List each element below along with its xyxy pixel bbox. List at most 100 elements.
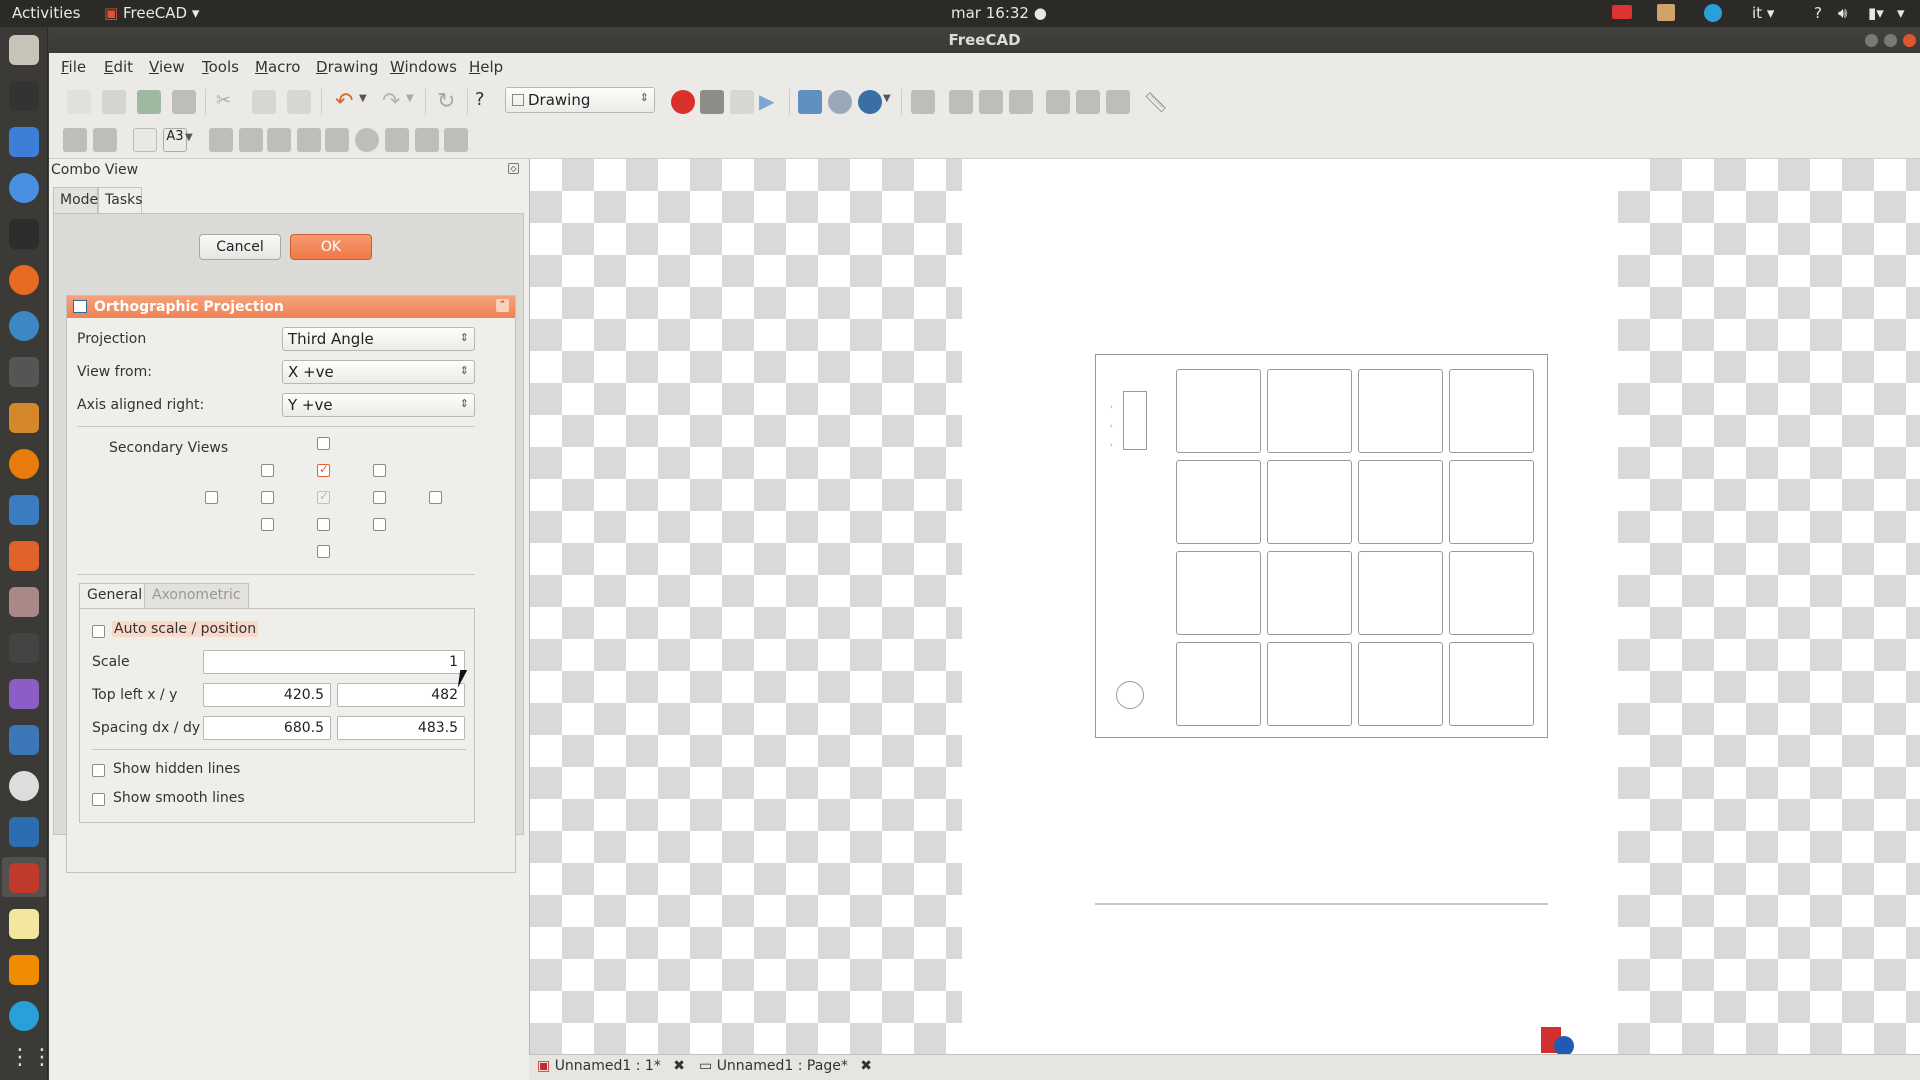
menu-help[interactable]: Help (469, 58, 503, 76)
inkscape-icon[interactable] (9, 81, 39, 111)
undo-dropdown-icon[interactable]: ▼ (359, 93, 383, 117)
settings-tools-icon[interactable] (9, 587, 39, 617)
text-editor-icon[interactable] (9, 909, 39, 939)
new-page-a3-icon[interactable]: A3 (163, 128, 187, 152)
spacing-dx-input[interactable]: 680.5 (203, 716, 331, 740)
whats-this-icon[interactable]: ? (475, 89, 499, 113)
record-macro-icon[interactable] (671, 90, 695, 114)
view-isometric-icon[interactable] (911, 90, 935, 114)
annotation-icon[interactable] (297, 128, 321, 152)
undo-icon[interactable]: ↶ (335, 89, 359, 114)
gimp-icon[interactable] (9, 357, 39, 387)
librecad-icon[interactable] (9, 403, 39, 433)
clock[interactable]: mar 16:32 ● (951, 4, 1047, 22)
draft-view-icon[interactable] (385, 128, 409, 152)
impress-icon[interactable] (9, 495, 39, 525)
menu-tools[interactable]: Tools (202, 58, 239, 76)
refresh-icon[interactable]: ↻ (437, 89, 461, 114)
insert-view-icon[interactable] (209, 128, 233, 152)
eye-app-icon[interactable] (9, 771, 39, 801)
new-page-icon[interactable] (133, 128, 157, 152)
secondary-view-topleft-checkbox[interactable] (261, 464, 274, 477)
help-indicator[interactable]: ? (1814, 4, 1822, 22)
show-hidden-lines-label[interactable]: Show hidden lines (113, 761, 240, 777)
secondary-view-right-checkbox[interactable] (373, 491, 386, 504)
view-top-icon[interactable] (979, 90, 1003, 114)
show-smooth-lines-label[interactable]: Show smooth lines (113, 790, 245, 806)
view-from-select[interactable]: X +ve ⇕ (282, 360, 475, 384)
chromium-icon[interactable] (9, 173, 39, 203)
volume-icon[interactable]: 🔊︎ (1838, 4, 1847, 22)
draw-style-icon[interactable] (858, 90, 882, 114)
menu-drawing[interactable]: Drawing (316, 58, 378, 76)
freecad-launcher-icon[interactable] (9, 863, 39, 893)
view-right-icon[interactable] (1009, 90, 1033, 114)
menu-view[interactable]: View (149, 58, 185, 76)
ok-button[interactable]: OK (290, 234, 372, 260)
close-tab-icon[interactable]: ✖ (860, 1058, 872, 1074)
projection-select[interactable]: Third Angle ⇕ (282, 327, 475, 351)
cancel-button[interactable]: Cancel (199, 234, 281, 260)
secondary-view-bottom-checkbox[interactable] (317, 545, 330, 558)
collapse-icon[interactable]: ⌃ (496, 299, 509, 312)
scale-input[interactable]: 1 (203, 650, 465, 674)
battery-icon[interactable]: ▮▾ (1868, 4, 1884, 22)
menu-edit[interactable]: Edit (104, 58, 133, 76)
save-icon[interactable] (137, 90, 161, 114)
fit-selection-icon[interactable] (828, 90, 852, 114)
firefox-icon[interactable] (9, 265, 39, 295)
secondary-view-bottomleft-checkbox[interactable] (261, 518, 274, 531)
show-hidden-lines-checkbox[interactable] (92, 764, 105, 777)
maximize-icon[interactable] (1884, 34, 1897, 47)
close-icon[interactable] (1903, 34, 1916, 47)
power-menu-icon[interactable]: ▾ (1897, 4, 1905, 22)
drawing-canvas[interactable]: › › › (529, 159, 1920, 1056)
top-left-y-input[interactable]: 482 (337, 683, 465, 707)
camera-icon[interactable] (9, 633, 39, 663)
stop-macro-icon[interactable] (700, 90, 724, 114)
terminal-icon[interactable] (9, 219, 39, 249)
secondary-view-bottomcenter-checkbox[interactable] (317, 518, 330, 531)
export-page-icon[interactable] (444, 128, 468, 152)
measure-icon[interactable]: 📏︎ (1143, 90, 1168, 114)
ortho-projection-header[interactable]: Orthographic Projection ⌃ (67, 296, 515, 318)
fit-all-icon[interactable] (798, 90, 822, 114)
redo-icon[interactable]: ↷ (382, 89, 406, 114)
secondary-view-topcenter-checkbox[interactable] (317, 462, 330, 477)
view-left-icon[interactable] (1106, 90, 1130, 114)
secondary-view-farright-checkbox[interactable] (429, 491, 442, 504)
draw-style-dropdown-icon[interactable]: ▼ (883, 93, 907, 117)
view-bottom-icon[interactable] (1076, 90, 1100, 114)
paste-icon[interactable] (287, 90, 311, 114)
subtab-general[interactable]: General (79, 583, 151, 608)
workbench-selector[interactable]: Drawing ⇕ (505, 87, 655, 113)
menu-file[interactable]: File (61, 58, 86, 76)
top-left-x-input[interactable]: 420.5 (203, 683, 331, 707)
doc-tab-3d[interactable]: ▣ Unnamed1 : 1* ✖ (537, 1058, 685, 1074)
auto-scale-checkbox[interactable] (92, 625, 105, 638)
files-manager-icon[interactable] (9, 35, 39, 65)
edit-macro-icon[interactable] (730, 90, 754, 114)
subtab-axonometric[interactable]: Axonometric (144, 583, 249, 608)
telegram-tray-icon[interactable] (1704, 4, 1722, 22)
secondary-view-left-checkbox[interactable] (261, 491, 274, 504)
show-apps-icon[interactable]: ⋮⋮ (9, 1045, 53, 1075)
secondary-view-bottomright-checkbox[interactable] (373, 518, 386, 531)
files-icon[interactable] (1657, 4, 1675, 21)
secondary-view-topright-checkbox[interactable] (373, 464, 386, 477)
app-menu[interactable]: ▣ FreeCAD ▾ (104, 4, 199, 22)
secondary-view-top-checkbox[interactable] (317, 437, 330, 450)
redo-dropdown-icon[interactable]: ▼ (406, 93, 430, 117)
auto-scale-label[interactable]: Auto scale / position (112, 621, 259, 637)
run-macro-icon[interactable]: ▶ (759, 89, 783, 113)
clip-icon[interactable] (325, 128, 349, 152)
telegram-icon[interactable] (9, 1001, 39, 1031)
language-indicator[interactable]: it ▾ (1752, 4, 1774, 22)
close-tab-icon[interactable]: ✖ (673, 1058, 685, 1074)
print-icon[interactable] (172, 90, 196, 114)
video-editor-icon[interactable] (9, 679, 39, 709)
software-center-icon[interactable] (9, 541, 39, 571)
menu-windows[interactable]: Windows (390, 58, 457, 76)
view-front-icon[interactable] (949, 90, 973, 114)
symbol-icon[interactable] (355, 128, 379, 152)
